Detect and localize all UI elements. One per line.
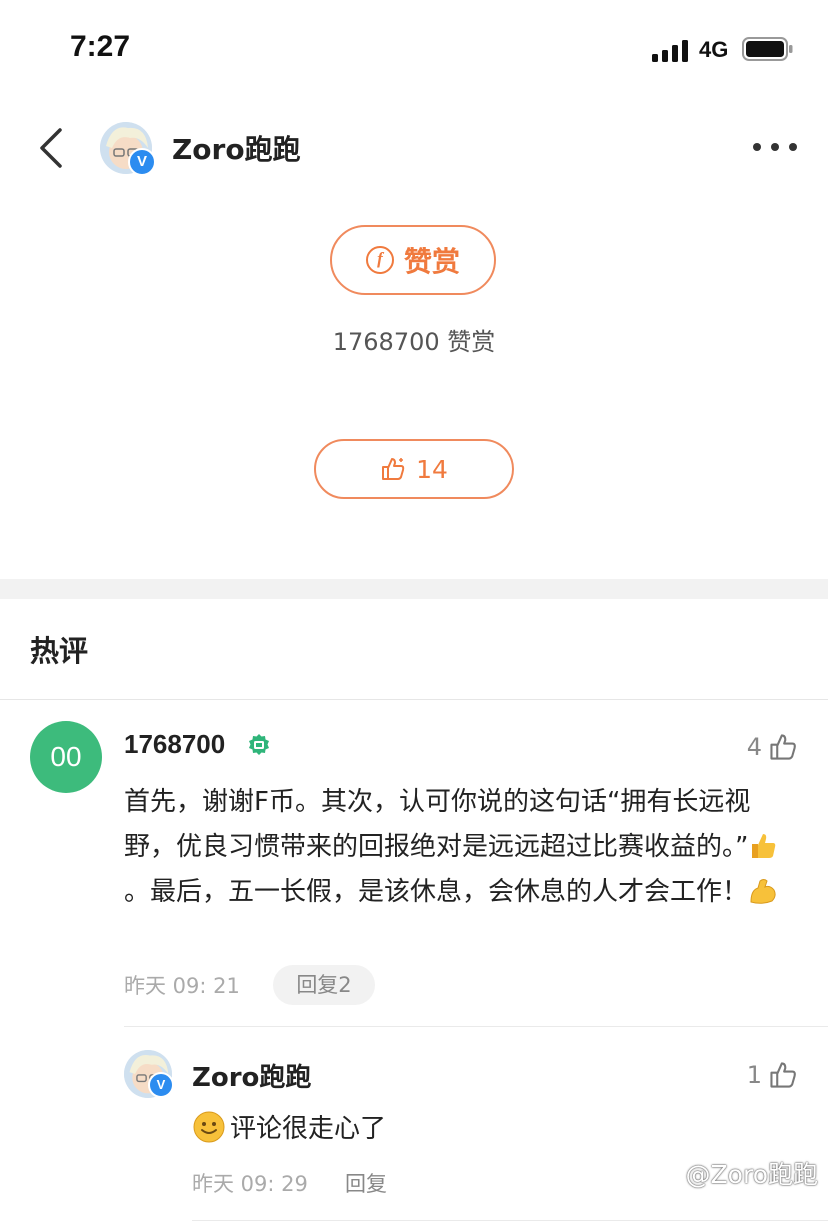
comment-avatar[interactable]: 00 (30, 721, 102, 793)
status-time: 7:27 (70, 30, 131, 63)
network-type: 4G (699, 37, 729, 62)
reward-button-label: 赞赏 (403, 245, 460, 278)
reply-time: 昨天 09: 29 (192, 1172, 308, 1196)
comment-like[interactable]: 4 (747, 732, 798, 762)
more-options-icon[interactable] (752, 142, 798, 152)
flexed-biceps-emoji-icon (750, 879, 776, 904)
reward-count: 1768700 赞赏 (332, 328, 496, 356)
thumbs-up-emoji-icon (752, 834, 776, 858)
section-divider (0, 579, 828, 599)
like-button[interactable]: 14 (314, 439, 514, 499)
comment-like-count: 4 (746, 733, 762, 761)
comment-text: 首先，谢谢F币。其次，认可你说的这句话“拥有长远视野，优良习惯带来的回报绝对是远… (124, 780, 796, 915)
reply-like-count: 1 (746, 1061, 762, 1089)
watermark: @Zoro跑跑 (656, 1155, 818, 1191)
battery-icon (742, 37, 793, 61)
hot-comments-title: 热评 (30, 634, 89, 668)
back-arrow-icon[interactable] (36, 126, 66, 170)
reply-text: 评论很走心了 (230, 1114, 387, 1144)
comment-username[interactable]: 1768700 (124, 729, 225, 760)
divider-line (192, 1220, 828, 1221)
coin-icon: f (365, 246, 394, 274)
weibo-logo-icon (656, 1163, 680, 1184)
header-avatar[interactable]: V (100, 122, 156, 176)
verified-icon: V (128, 148, 156, 176)
thumbs-up-icon (382, 458, 405, 480)
comment-text-part2: 。最后，五一长假，是该休息，会休息的人才会工作！ (124, 877, 749, 907)
watermark-text: @Zoro跑跑 (685, 1160, 818, 1189)
verified-icon: V (148, 1072, 174, 1098)
smile-emoji-icon (193, 1111, 225, 1142)
reply-button[interactable]: 回复 (345, 1168, 387, 1198)
signal-icon (652, 40, 688, 62)
reply-username[interactable]: Zoro跑跑 (192, 1057, 311, 1094)
reply-text-row: 评论很走心了 (192, 1108, 386, 1145)
like-count: 14 (416, 454, 448, 484)
thumbs-up-icon (770, 1062, 796, 1088)
divider-line (0, 699, 828, 700)
comment-text-part1: 首先，谢谢F币。其次，认可你说的这句话“拥有长远视野，优良习惯带来的回报绝对是远… (124, 787, 751, 862)
divider-line (124, 1026, 828, 1027)
reward-button[interactable]: f 赞赏 (330, 225, 496, 295)
reply-avatar[interactable]: V (124, 1050, 174, 1098)
member-badge-icon (249, 734, 269, 755)
reply-like[interactable]: 1 (747, 1060, 798, 1090)
view-replies-button[interactable]: 回复2 (273, 965, 375, 1005)
comment-time: 昨天 09: 21 (124, 974, 240, 998)
header-username[interactable]: Zoro跑跑 (172, 128, 301, 168)
thumbs-up-icon (770, 734, 796, 760)
